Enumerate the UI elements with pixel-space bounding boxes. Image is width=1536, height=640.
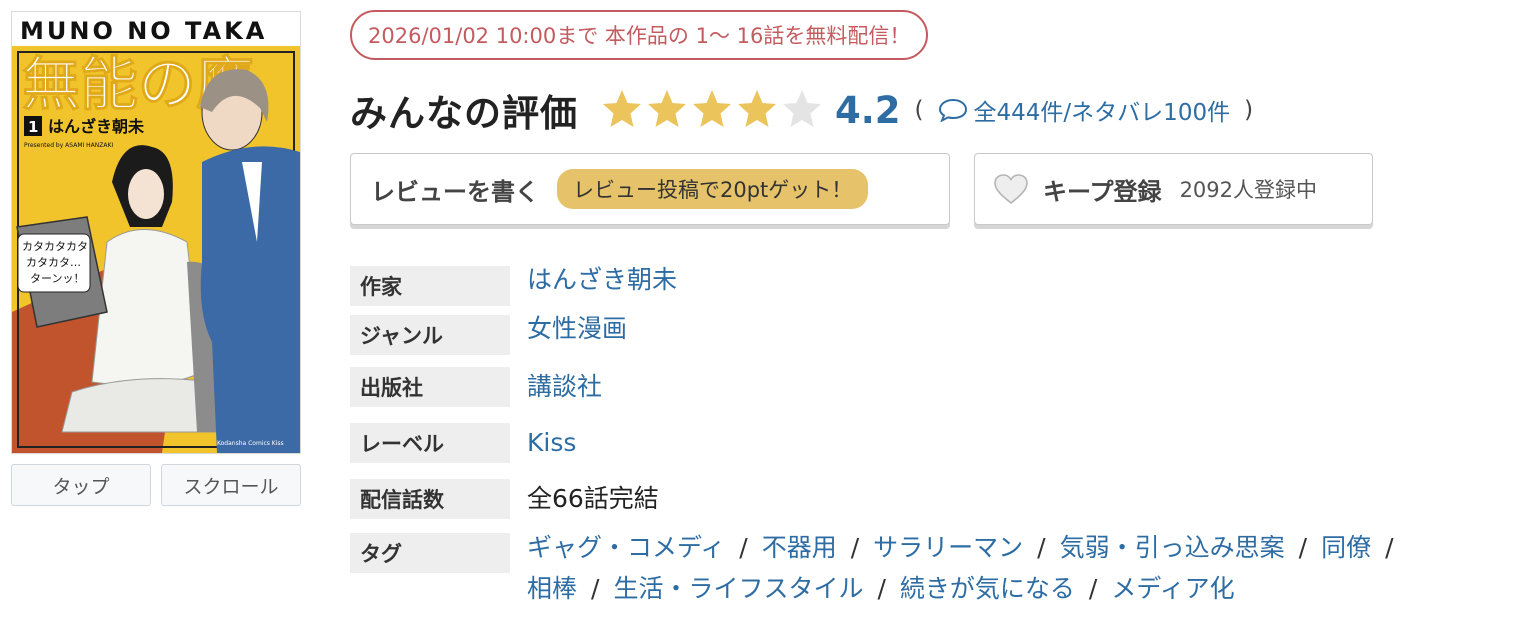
rating-stars (600, 88, 825, 132)
keep-count: 2092人登録中 (1179, 178, 1318, 202)
star-filled-icon (738, 90, 776, 127)
tag-link[interactable]: 不器用 (762, 533, 837, 562)
tag-link[interactable]: 生活・ライフスタイル (613, 574, 863, 603)
review-promo-badge: レビュー投稿で20ptゲット！ (557, 169, 869, 209)
tag-link[interactable]: 相棒 (527, 574, 577, 603)
tag-link[interactable]: メディア化 (1111, 574, 1234, 603)
write-review-label: レビューを書く (371, 177, 539, 206)
tags-list: ギャグ・コメディ / 不器用 / サラリーマン / 気弱・引っ込み思案 / 同僚 / 相棒 / 生活・ラ… (527, 527, 1427, 609)
rating-title: みんなの評価 (350, 92, 578, 135)
star-filled-icon (693, 90, 731, 127)
tag-separator: / (850, 533, 860, 562)
cover-bubble-line3: ターンッ！ (30, 272, 84, 285)
keep-label: キープ登録 (1043, 177, 1162, 206)
rating-score: 4.2 (835, 88, 901, 132)
info-row-tags: タグ ギャグ・コメディ / 不器用 / サラリーマン / 気弱・引っ込み思案 / 同僚 / 相棒 / 生… (350, 533, 1450, 609)
open-paren: ( (914, 97, 924, 123)
cover-author: はんざき朝未 (48, 117, 144, 136)
book-cover[interactable]: MUNO NO TAKA 無能の鷹 1 はんざき朝未 Presented by … (11, 11, 301, 454)
episodes-label: 配信話数 (350, 479, 510, 519)
cover-bubble-line1: カタカタカタ (22, 240, 88, 253)
info-row-episodes: 配信話数 全66話完結 (350, 479, 1450, 519)
cover-bubble-line2: カタカタ… (26, 256, 81, 269)
genre-link[interactable]: 女性漫画 (527, 314, 627, 343)
publisher-link[interactable]: 講談社 (527, 372, 602, 401)
comment-bubble-icon (938, 98, 967, 122)
info-row-publisher: 出版社 講談社 (350, 367, 1450, 407)
tap-mode-button[interactable]: タップ (11, 464, 151, 506)
scroll-mode-button[interactable]: スクロール (161, 464, 301, 506)
info-row-author: 作家 はんざき朝未 (350, 265, 1450, 306)
episodes-value: 全66話完結 (527, 484, 659, 513)
tag-link[interactable]: ギャグ・コメディ (527, 533, 725, 562)
imprint-label: レーベル (350, 423, 510, 463)
keep-button[interactable]: キープ登録 2092人登録中 (974, 153, 1373, 225)
tag-link[interactable]: 続きが気になる (900, 574, 1075, 603)
reviews-link[interactable]: 全444件/ネタバレ100件 (938, 93, 1231, 127)
reviews-count: 全444件/ネタバレ100件 (973, 100, 1231, 126)
close-paren: ) (1244, 97, 1254, 123)
cover-volume: 1 (28, 118, 38, 136)
star-filled-icon (648, 90, 686, 127)
info-row-label: レーベル Kiss (350, 423, 1450, 463)
tag-link[interactable]: サラリーマン (873, 533, 1023, 562)
info-row-genre: ジャンル 女性漫画 (350, 314, 1450, 355)
star-filled-icon (603, 90, 641, 127)
campaign-text: 2026/01/02 10:00まで 本作品の 1〜 16話を無料配信！ (368, 24, 911, 48)
author-link[interactable]: はんざき朝未 (527, 265, 677, 294)
tag-separator: / (739, 533, 748, 562)
imprint-link[interactable]: Kiss (527, 428, 576, 457)
tag-separator: / (1088, 574, 1098, 603)
tag-separator: / (591, 574, 600, 603)
tag-link[interactable]: 気弱・引っ込み思案 (1060, 533, 1285, 562)
rating-row: みんなの評価 4.2 ( 全444件/ネタバレ100件 ) (350, 80, 1253, 140)
tag-link[interactable]: 同僚 (1321, 533, 1371, 562)
tag-separator: / (1037, 533, 1046, 562)
write-review-button[interactable]: レビューを書く レビュー投稿で20ptゲット！ (350, 153, 950, 225)
tag-separator: / (1385, 533, 1394, 562)
tags-label: タグ (350, 533, 510, 573)
cover-imprint: Kodansha Comics Kiss (217, 440, 284, 447)
heart-icon (994, 174, 1028, 205)
cover-presented-by: Presented by ASAMI HANZAKI (24, 142, 113, 149)
genre-label: ジャンル (350, 315, 510, 355)
tag-separator: / (877, 574, 886, 603)
book-info-table: 作家 はんざき朝未 ジャンル 女性漫画 出版社 講談社 レーベル Kiss 配信… (350, 262, 1450, 609)
star-empty-icon (783, 90, 821, 127)
publisher-label: 出版社 (350, 367, 510, 407)
cover-illustration: MUNO NO TAKA 無能の鷹 1 はんざき朝未 Presented by … (12, 12, 300, 453)
cover-title-en: MUNO NO TAKA (20, 17, 267, 45)
free-campaign-badge: 2026/01/02 10:00まで 本作品の 1〜 16話を無料配信！ (350, 10, 929, 60)
author-label: 作家 (350, 266, 510, 306)
tag-separator: / (1298, 533, 1308, 562)
view-mode-buttons: タップ スクロール (11, 464, 301, 506)
